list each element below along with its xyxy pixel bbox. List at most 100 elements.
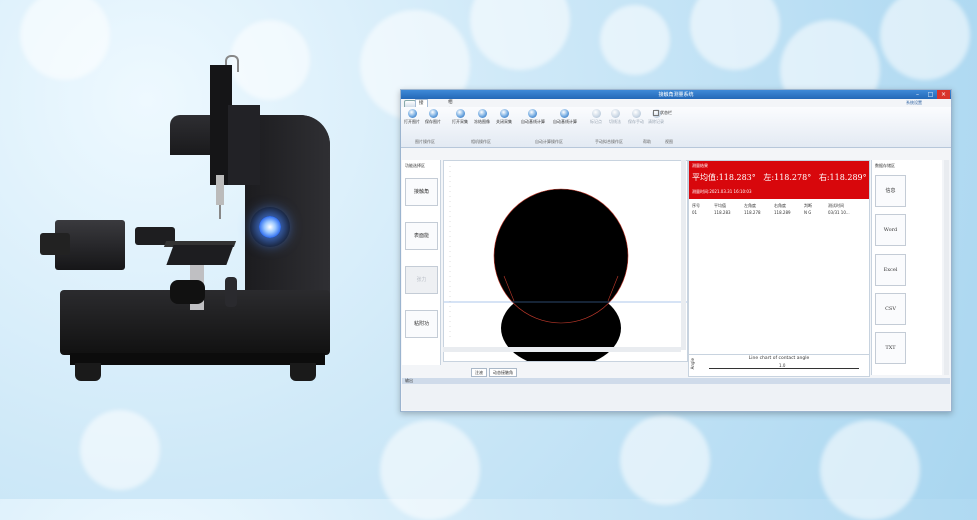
tab-injection[interactable]: 注液 [471,368,487,377]
cell-index: 01 [692,210,698,215]
output-area [402,384,950,410]
tangent-icon [610,109,620,118]
result-summary: 测量结果 平均值:118.283° 左:118.278° 右:118.289° … [689,161,869,199]
chart-title: Line chart of contact angle [748,356,810,361]
stage-knob-small [225,277,237,307]
table-header-row: 序号 平均值 左角度 右角度 判断 测试时间 [692,203,867,209]
auto-baseline-icon [559,109,569,118]
bokeh-light [380,420,480,520]
group-help: 帮助 [643,139,651,144]
maximize-button[interactable]: □ [924,90,937,99]
function-pane: 功能选择区 接触角 表面能 张力 粘附功 [402,160,441,365]
group-camera-ops: 相机操作区 [471,139,491,144]
col-header: 左角度 [744,203,756,208]
col-header: 测试时间 [828,203,844,208]
open-capture-button[interactable]: 打开采集 [449,109,471,125]
save-image-button[interactable]: 保存图片 [422,109,444,125]
data-storage-pane: 数据存储区 信息 Word Excel CSV TXT [871,160,942,375]
save-manual-icon [631,109,641,118]
system-settings-link[interactable]: 系统设置 [906,100,922,106]
cell-time: 03/31 10... [828,210,850,215]
needle [219,205,221,219]
output-label: 输出 [405,378,413,383]
drop-image [444,166,687,361]
average-angle: 平均值:118.283° [692,173,756,182]
camera-lens [40,233,70,255]
save-image-icon [428,109,438,118]
bokeh-light [620,415,710,505]
adhesion-work-button[interactable]: 粘附功 [405,310,438,338]
open-image-button[interactable]: 打开图片 [401,109,423,125]
excel-export-button[interactable]: Excel [875,254,906,286]
group-manual-fit: 手动拟合操作区 [595,139,623,144]
syringe [216,175,224,205]
dispenser-stage [228,105,260,185]
sample-stage [166,245,234,265]
col-header: 右角度 [774,203,786,208]
image-vertical-scrollbar[interactable] [681,160,686,350]
col-header: 判断 [804,203,812,208]
close-capture-button[interactable]: 关闭采集 [493,109,515,125]
instrument-foot [290,363,316,381]
tangent-method-button[interactable]: 切线法 [604,109,626,125]
tension-button[interactable]: 张力 [405,266,438,294]
close-button[interactable]: × [937,90,950,99]
table-row[interactable]: 01 118.283 118.278 118.289 N G 03/31 10.… [692,210,867,216]
contact-angle-chart: Line chart of contact angle Angle 1.0 [688,354,870,377]
csv-export-button[interactable]: CSV [875,293,906,325]
chart-axis-line [709,368,859,369]
save-manual-button[interactable]: 保存手动 [625,109,647,125]
info-button[interactable]: 信息 [875,175,906,207]
image-horizontal-scrollbar[interactable] [443,347,681,352]
chart-tick-label: 1.0 [779,363,786,368]
cell-right: 118.289 [774,210,791,215]
status-bar-checkbox[interactable]: 状态栏 [653,110,672,116]
cell-judge: N G [804,210,812,215]
result-header: 测量结果 [692,163,708,168]
word-export-button[interactable]: Word [875,214,906,246]
tab-dynamic-contact-angle[interactable]: 动态接触角 [489,368,517,377]
results-panel: 测量结果 平均值:118.283° 左:118.278° 右:118.289° … [688,160,870,372]
image-tabs: 注液 动态接触角 [443,368,686,377]
bokeh-light [880,0,970,80]
result-values: 平均值:118.283° 左:118.278° 右:118.289° [692,172,867,183]
stage-knob [170,280,205,304]
app-window: 接触角测量系统 – □ × 接触角 相机设置 系统设置 打开图片 保存图片 打开… [400,89,952,412]
window-title: 接触角测量系统 [658,92,694,98]
freeze-image-button[interactable]: 冻结图像 [471,109,493,125]
group-view: 视图 [665,139,673,144]
storage-scrollbar[interactable] [944,160,949,375]
storage-pane-title: 数据存储区 [875,163,895,168]
measure-time: 测量时间:2021.03.31 16:10:03 [692,189,752,194]
bokeh-light [690,0,780,70]
bokeh-light [820,420,920,520]
tab-camera-settings[interactable]: 相机设置 [445,99,456,129]
chart-ylabel: Angle [690,358,695,370]
ribbon-toolbar: 打开图片 保存图片 打开采集 冻结图像 关闭采集 自动基线计算 自动基线计算 标… [401,107,951,148]
instrument-foot [75,363,101,381]
bokeh-light [600,5,670,75]
col-header: 平均值 [714,203,726,208]
contact-angle-instrument [30,55,350,395]
right-angle: 右:118.289° [818,173,867,182]
col-header: 序号 [692,203,700,208]
auto-baseline-button-2[interactable]: 自动基线计算 [553,109,577,125]
checkbox-icon [653,110,659,116]
instrument-base-front [70,353,325,365]
minimize-button[interactable]: – [911,90,924,99]
blue-light-source [259,216,281,238]
drop-image-view[interactable] [443,160,688,362]
auto-baseline-button[interactable]: 自动基线计算 [521,109,545,125]
bokeh-light [470,0,570,70]
bokeh-light [80,410,160,490]
group-image-ops: 图片操作区 [415,139,435,144]
auto-baseline-icon [527,109,537,118]
camera-icon [477,109,487,118]
open-image-icon [407,109,417,118]
cell-average: 118.283 [714,210,731,215]
surface-energy-button[interactable]: 表面能 [405,222,438,250]
txt-export-button[interactable]: TXT [875,332,906,364]
capture-icon [455,109,465,118]
contact-angle-button[interactable]: 接触角 [405,178,438,206]
stop-capture-icon [499,109,509,118]
